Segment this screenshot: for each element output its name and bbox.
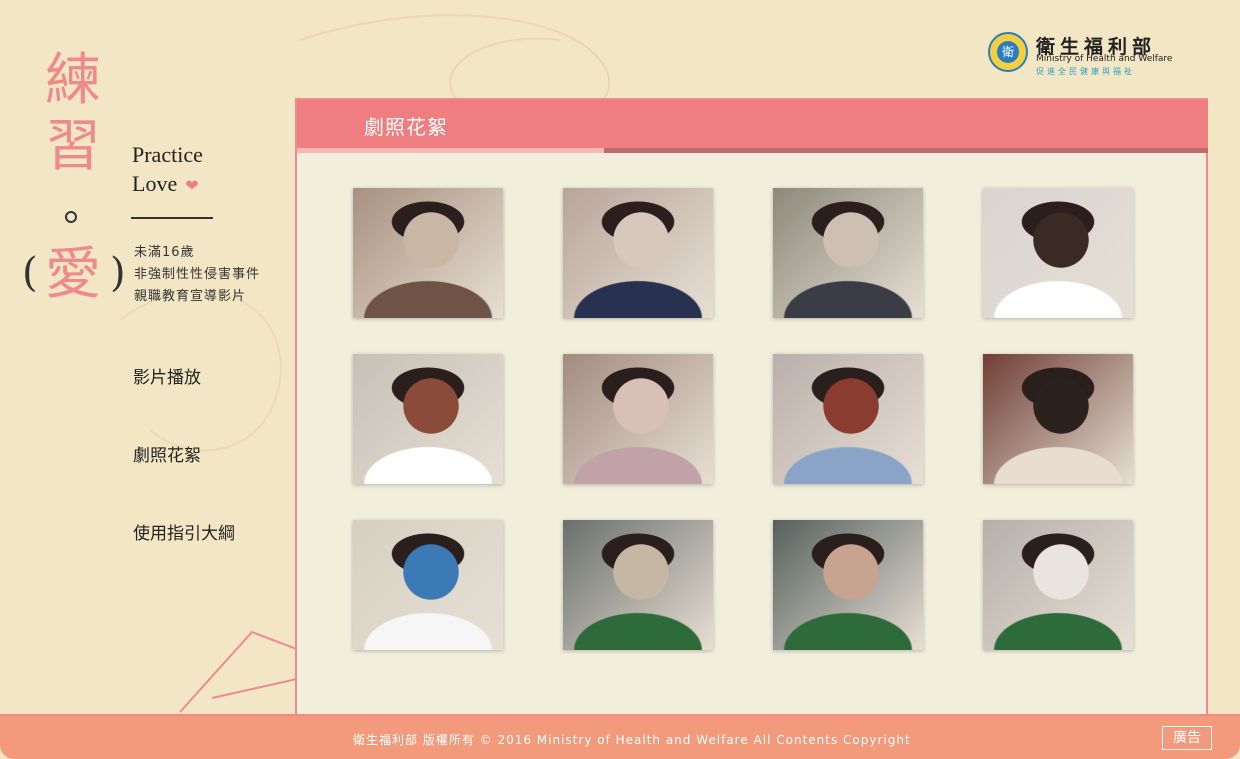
nav-item-usage-guide[interactable]: 使用指引大綱: [133, 521, 235, 599]
practice-love-label: Practice Love ❤: [132, 140, 203, 201]
footer: 衛生福利部 版權所有 © 2016 Ministry of Health and…: [0, 714, 1240, 759]
subtitle-line-1: 未滿16歲: [134, 245, 195, 260]
photo-thumbnail[interactable]: [773, 188, 923, 318]
practice-text: Practice: [132, 142, 203, 167]
stills-panel: 劇照花絮: [295, 98, 1208, 714]
nav-item-video-playback[interactable]: 影片播放: [133, 365, 235, 443]
panel-underline: [297, 148, 604, 153]
sidebar-nav: 影片播放 劇照花絮 使用指引大綱: [133, 365, 235, 599]
panel-header: 劇照花絮: [297, 100, 1208, 148]
copyright-text: 衛生福利部 版權所有 © 2016 Ministry of Health and…: [353, 733, 911, 747]
subtitle: 未滿16歲 非強制性性侵害事件 親職教育宣導影片: [134, 242, 260, 308]
title-paren-open: (: [22, 250, 38, 296]
photo-thumbnail[interactable]: [353, 354, 503, 484]
ministry-logo[interactable]: 衛 衛生福利部 Ministry of Health and Welfare 促…: [988, 32, 1198, 78]
photo-thumbnail[interactable]: [983, 354, 1133, 484]
photo-thumbnail[interactable]: [353, 520, 503, 650]
photo-thumbnail[interactable]: [563, 188, 713, 318]
panel-title: 劇照花絮: [364, 115, 448, 139]
nav-item-stills[interactable]: 劇照花絮: [133, 443, 235, 521]
photo-thumbnail[interactable]: [983, 520, 1133, 650]
ad-button[interactable]: 廣告: [1162, 726, 1212, 750]
title-dot: [65, 211, 77, 223]
logo-slogan: 促進全民健康與福祉: [1036, 67, 1135, 76]
subtitle-line-3: 親職教育宣導影片: [134, 289, 247, 304]
photo-thumbnail[interactable]: [563, 354, 713, 484]
subtitle-line-2: 非強制性性侵害事件: [134, 267, 261, 282]
title-paren-close: ): [110, 250, 126, 296]
title-char-1: 練: [45, 48, 101, 113]
title-char-2: 習: [45, 114, 101, 179]
logo-name-en: Ministry of Health and Welfare: [1036, 54, 1173, 64]
photo-thumbnail[interactable]: [983, 188, 1133, 318]
title-char-3: 愛: [45, 242, 101, 307]
app-frame: 練 習 愛 ( ) Practice Love ❤ 未滿16歲 非強制性性侵害事件…: [0, 0, 1240, 759]
heart-icon: ❤: [185, 178, 199, 195]
photo-thumbnail[interactable]: [563, 520, 713, 650]
ministry-seal-icon: 衛: [988, 32, 1028, 72]
photo-thumbnail[interactable]: [353, 188, 503, 318]
divider: [131, 217, 213, 219]
site-title: 練 習 愛: [38, 48, 108, 308]
love-text: Love: [132, 171, 178, 196]
photo-thumbnail[interactable]: [773, 520, 923, 650]
panel-underline-dark: [604, 148, 1208, 153]
photo-thumbnail[interactable]: [773, 354, 923, 484]
